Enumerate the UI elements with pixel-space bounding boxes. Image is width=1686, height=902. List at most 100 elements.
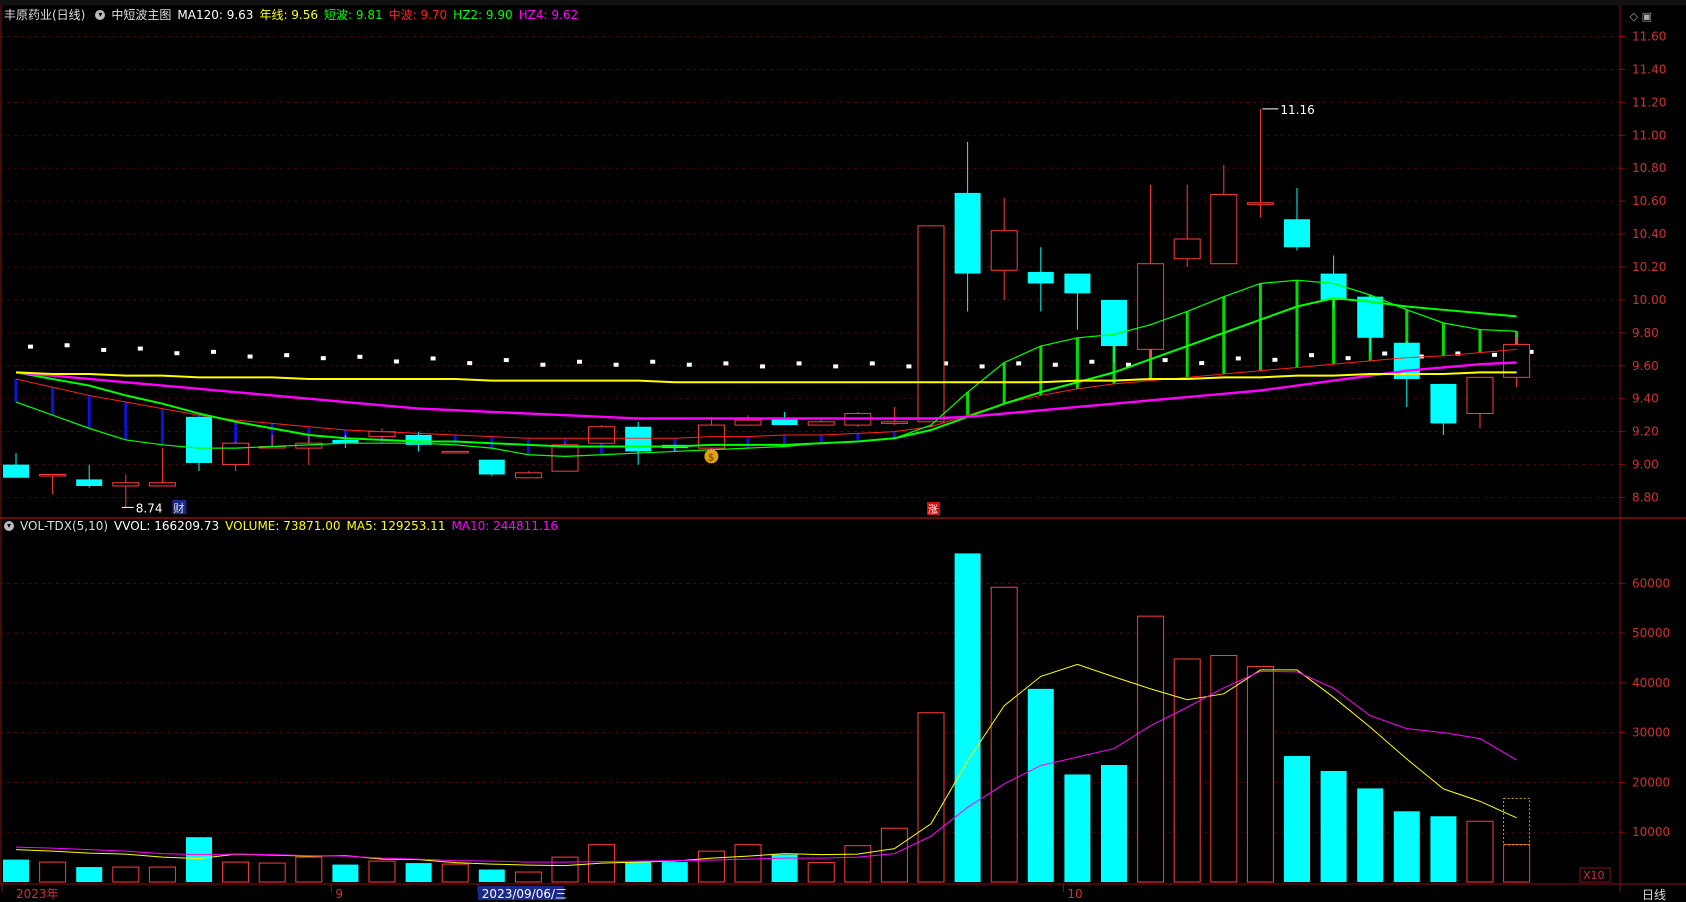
volume-tick-label: 20000 [1632, 775, 1670, 789]
vol-indicator-name[interactable]: VOL-TDX(5,10) [20, 517, 108, 535]
cai-marker: 财 [173, 501, 184, 515]
candle-body-up [1137, 263, 1165, 350]
ma120-dot [1016, 361, 1022, 366]
volume-tick-label: 60000 [1632, 576, 1670, 590]
ma120-dot [540, 362, 546, 367]
duanbo-value: 短波: 9.81 [324, 8, 383, 22]
ma120-dot [1089, 359, 1095, 364]
volume-bar-up [39, 861, 67, 883]
vol-settings-circle-icon[interactable]: ▾ [4, 521, 14, 531]
price-tick-label: 9.60 [1632, 359, 1659, 373]
candle-body-up [39, 473, 67, 477]
ma120-dot [101, 347, 107, 352]
ma120-dot [247, 354, 253, 359]
ma120-dot [1492, 352, 1497, 357]
ma120-dot [906, 364, 912, 369]
stock-chart[interactable]: 11.60 11.40 11.20 11.00 10.80 10.60 10.40 10.20… [0, 0, 1686, 902]
ma120-dot [503, 358, 509, 363]
candle-body-up [807, 421, 835, 426]
hz4-line [15, 361, 1517, 420]
volume-bar-up [1173, 658, 1201, 883]
ma120-dot [1199, 361, 1205, 366]
restore-icon[interactable]: ▣ [1642, 10, 1652, 23]
volume-bar-down [1357, 788, 1384, 882]
price-tick-label: 8.80 [1632, 491, 1659, 505]
volume-tick-label: 40000 [1632, 676, 1670, 690]
price-tick-label: 10.60 [1632, 194, 1666, 208]
candle-body-up [1173, 238, 1201, 260]
ma120-dot [979, 364, 985, 369]
candle-body-up [112, 482, 140, 487]
volume-bar-down [332, 864, 359, 882]
ma120-dot [357, 354, 363, 359]
price-tick-label: 11.20 [1632, 95, 1666, 109]
candle-body-up [1466, 376, 1494, 415]
volume-bar-down [661, 862, 688, 882]
volume-bar-up [880, 827, 908, 883]
ma120-value: MA120: 9.63 [177, 8, 254, 22]
ma120-dot [833, 364, 839, 369]
volume-bar-down [3, 859, 29, 882]
ma120-dot [686, 362, 692, 367]
candle-body-down [1284, 219, 1310, 248]
ma120-dot [577, 359, 582, 364]
price-tick-label: 9.00 [1632, 458, 1659, 472]
volume-tick-label: 50000 [1632, 626, 1670, 640]
ma5-value: MA5: 129253.11 [346, 519, 446, 533]
stock-title[interactable]: 丰原药业(日线) [4, 6, 85, 24]
price-tick-label: 11.40 [1632, 62, 1666, 76]
ma120-dot [1052, 362, 1058, 367]
price-tick-label: 10.20 [1632, 260, 1666, 274]
ma120-dot [1162, 358, 1168, 363]
volume-bar-up [807, 862, 835, 883]
volume-bar-down [1320, 770, 1347, 882]
low-label: 8.74 [136, 501, 163, 515]
window-controls[interactable]: ◇ ▣ [1630, 10, 1652, 23]
volume-estimate-box [1503, 797, 1531, 846]
candle-body-down [1064, 273, 1091, 294]
diamond-icon[interactable]: ◇ [1630, 10, 1638, 23]
coin-symbol: $ [708, 452, 714, 463]
volume-bar-down [1027, 688, 1054, 882]
candle-body-down [625, 426, 652, 452]
candle-body-down [1430, 383, 1457, 424]
volume-bar-down [1064, 774, 1091, 882]
candle-body-down [76, 479, 103, 487]
ma120-dot [430, 356, 436, 361]
volume-bar-up [551, 856, 579, 883]
indicator-name[interactable]: 中短波主图 [111, 6, 171, 24]
candle-body-down [186, 416, 212, 463]
volume-bar-down [478, 869, 505, 882]
volume-bar-up [1246, 665, 1274, 883]
price-tick-label: 9.40 [1632, 392, 1659, 406]
candle-body-down [1101, 299, 1127, 347]
ma120-dot [1309, 353, 1314, 358]
volume-bar-down [625, 862, 652, 882]
volume-bar-up [1466, 820, 1494, 883]
price-tick-label: 10.00 [1632, 293, 1666, 307]
volume-tick-label: 10000 [1632, 825, 1670, 839]
volume-bar-up [1137, 615, 1165, 883]
hz2-line [15, 297, 1517, 448]
volume-bar-up [917, 712, 945, 883]
nianxian-value: 年线: 9.56 [259, 8, 319, 22]
ma120-dot [137, 346, 143, 351]
price-tick-label: 9.20 [1632, 425, 1659, 439]
candle-body-up [1210, 194, 1238, 265]
nianxian-line [15, 371, 1517, 384]
ma120-dot [211, 349, 216, 354]
candle-body-up [588, 426, 616, 444]
settings-circle-icon[interactable]: ▾ [95, 10, 106, 20]
zhang-marker: 涨 [928, 504, 938, 516]
ma120-dot [613, 362, 619, 367]
candle-body-down [954, 192, 981, 274]
volume-bar-up [1210, 654, 1238, 883]
ma120-dot [467, 361, 473, 366]
hz4-value: HZ4: 9.62 [518, 8, 579, 22]
candle-body-up [917, 225, 945, 423]
volume-bar-up [368, 860, 396, 883]
candle-body-down [3, 464, 29, 478]
volume-bar-down [76, 867, 103, 882]
price-tick-label: 11.00 [1632, 128, 1666, 142]
ma120-dot [723, 361, 729, 366]
